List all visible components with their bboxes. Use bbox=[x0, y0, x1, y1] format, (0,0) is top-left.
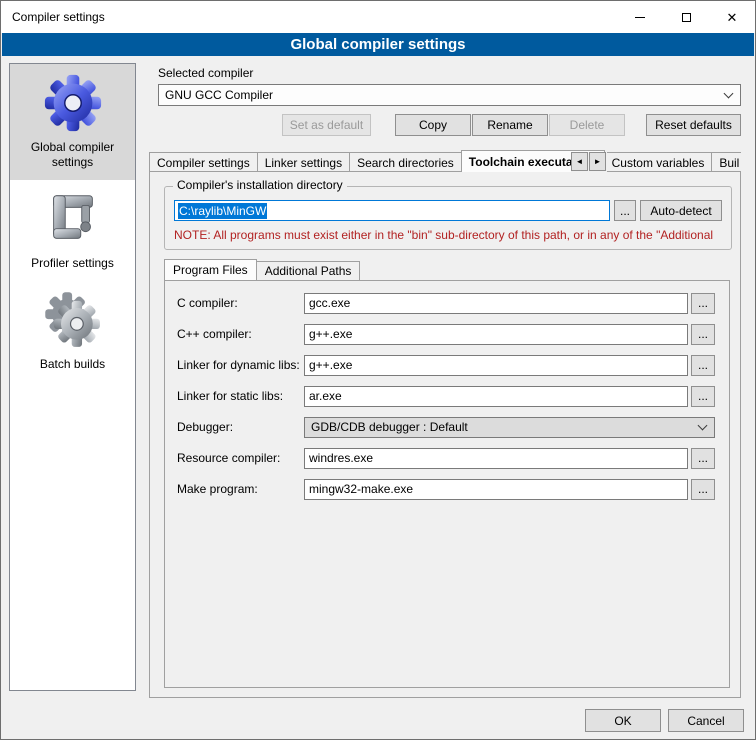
dynamic-linker-input[interactable] bbox=[304, 355, 688, 376]
installation-directory-row: C:\raylib\MinGW ... Auto-detect bbox=[174, 200, 722, 221]
sidebar-item-profiler-settings[interactable]: Profiler settings bbox=[10, 180, 135, 281]
page-title: Global compiler settings bbox=[2, 33, 754, 56]
make-program-browse-button[interactable]: ... bbox=[691, 479, 715, 500]
cpp-compiler-input[interactable] bbox=[304, 324, 688, 345]
tab-program-files[interactable]: Program Files bbox=[164, 259, 257, 280]
dropdown-arrow-icon bbox=[724, 88, 734, 98]
minimize-icon bbox=[635, 17, 645, 18]
debugger-value: GDB/CDB debugger : Default bbox=[311, 420, 693, 434]
install-dir-selected-text: C:\raylib\MinGW bbox=[178, 203, 267, 219]
sidebar: Global compiler settings Profiler settin… bbox=[9, 63, 136, 691]
cancel-button[interactable]: Cancel bbox=[668, 709, 744, 732]
tab-search-directories[interactable]: Search directories bbox=[349, 152, 462, 172]
c-compiler-input[interactable] bbox=[304, 293, 688, 314]
tab-scroller: ◄ ► bbox=[571, 152, 607, 172]
installation-directory-group: Compiler's installation directory C:\ray… bbox=[164, 186, 732, 250]
selected-compiler-label: Selected compiler bbox=[158, 66, 253, 80]
profiler-tool-icon bbox=[42, 188, 104, 250]
tab-compiler-settings[interactable]: Compiler settings bbox=[149, 152, 258, 172]
install-dir-browse-button[interactable]: ... bbox=[614, 200, 636, 221]
program-files-panel: C compiler: ... C++ compiler: ... Linker… bbox=[164, 280, 730, 688]
tab-scroll-right-icon[interactable]: ► bbox=[589, 152, 606, 171]
set-as-default-button: Set as default bbox=[282, 114, 371, 136]
reset-defaults-button[interactable]: Reset defaults bbox=[646, 114, 741, 136]
titlebar[interactable]: Compiler settings ✕ bbox=[1, 1, 755, 33]
tab-custom-variables[interactable]: Custom variables bbox=[604, 152, 713, 172]
blue-gear-icon bbox=[42, 72, 104, 134]
toolchain-executables-panel: Compiler's installation directory C:\ray… bbox=[149, 171, 741, 698]
selected-compiler-select[interactable]: GNU GCC Compiler bbox=[158, 84, 741, 106]
close-button[interactable]: ✕ bbox=[709, 1, 755, 33]
minimize-button[interactable] bbox=[617, 1, 663, 33]
selected-compiler-value: GNU GCC Compiler bbox=[165, 88, 719, 102]
make-program-label: Make program: bbox=[177, 482, 304, 496]
install-dir-input[interactable]: C:\raylib\MinGW bbox=[174, 200, 610, 221]
compiler-settings-window: Compiler settings ✕ Global compiler sett… bbox=[0, 0, 756, 740]
cpp-compiler-label: C++ compiler: bbox=[177, 327, 304, 341]
program-files-tabs: Program Files Additional Paths bbox=[164, 259, 359, 280]
resource-compiler-row: Resource compiler: ... bbox=[177, 447, 715, 469]
resource-compiler-browse-button[interactable]: ... bbox=[691, 448, 715, 469]
tab-linker-settings[interactable]: Linker settings bbox=[257, 152, 350, 172]
dropdown-arrow-icon bbox=[698, 420, 708, 430]
bin-directory-note: NOTE: All programs must exist either in … bbox=[174, 228, 729, 242]
tab-build-options[interactable]: Buil bbox=[711, 152, 741, 172]
static-linker-input[interactable] bbox=[304, 386, 688, 407]
c-compiler-row: C compiler: ... bbox=[177, 292, 715, 314]
sidebar-item-global-compiler-settings[interactable]: Global compiler settings bbox=[10, 64, 135, 180]
debugger-row: Debugger: GDB/CDB debugger : Default bbox=[177, 416, 715, 438]
sidebar-item-batch-builds[interactable]: Batch builds bbox=[10, 281, 135, 382]
close-icon: ✕ bbox=[727, 11, 738, 24]
rename-button[interactable]: Rename bbox=[472, 114, 548, 136]
tab-additional-paths[interactable]: Additional Paths bbox=[256, 261, 361, 280]
dynamic-linker-row: Linker for dynamic libs: ... bbox=[177, 354, 715, 376]
gray-gears-icon bbox=[42, 289, 104, 351]
dynamic-linker-label: Linker for dynamic libs: bbox=[177, 358, 304, 372]
static-linker-label: Linker for static libs: bbox=[177, 389, 304, 403]
tab-scroll-left-icon[interactable]: ◄ bbox=[571, 152, 588, 171]
make-program-input[interactable] bbox=[304, 479, 688, 500]
c-compiler-browse-button[interactable]: ... bbox=[691, 293, 715, 314]
maximize-button[interactable] bbox=[663, 1, 709, 33]
dynamic-linker-browse-button[interactable]: ... bbox=[691, 355, 715, 376]
installation-directory-legend: Compiler's installation directory bbox=[173, 178, 347, 192]
debugger-label: Debugger: bbox=[177, 420, 304, 434]
c-compiler-label: C compiler: bbox=[177, 296, 304, 310]
window-title: Compiler settings bbox=[1, 10, 617, 24]
resource-compiler-label: Resource compiler: bbox=[177, 451, 304, 465]
auto-detect-button[interactable]: Auto-detect bbox=[640, 200, 722, 221]
debugger-select[interactable]: GDB/CDB debugger : Default bbox=[304, 417, 715, 438]
cpp-compiler-browse-button[interactable]: ... bbox=[691, 324, 715, 345]
cpp-compiler-row: C++ compiler: ... bbox=[177, 323, 715, 345]
maximize-icon bbox=[682, 13, 691, 22]
ok-button[interactable]: OK bbox=[585, 709, 661, 732]
settings-tabs: Compiler settings Linker settings Search… bbox=[149, 150, 741, 172]
resource-compiler-input[interactable] bbox=[304, 448, 688, 469]
delete-button: Delete bbox=[549, 114, 625, 136]
make-program-row: Make program: ... bbox=[177, 478, 715, 500]
sidebar-item-label: Batch builds bbox=[40, 357, 105, 372]
sidebar-item-label: Global compiler settings bbox=[12, 140, 133, 170]
sidebar-item-label: Profiler settings bbox=[31, 256, 114, 271]
titlebar-buttons: ✕ bbox=[617, 1, 755, 33]
static-linker-row: Linker for static libs: ... bbox=[177, 385, 715, 407]
static-linker-browse-button[interactable]: ... bbox=[691, 386, 715, 407]
copy-button[interactable]: Copy bbox=[395, 114, 471, 136]
